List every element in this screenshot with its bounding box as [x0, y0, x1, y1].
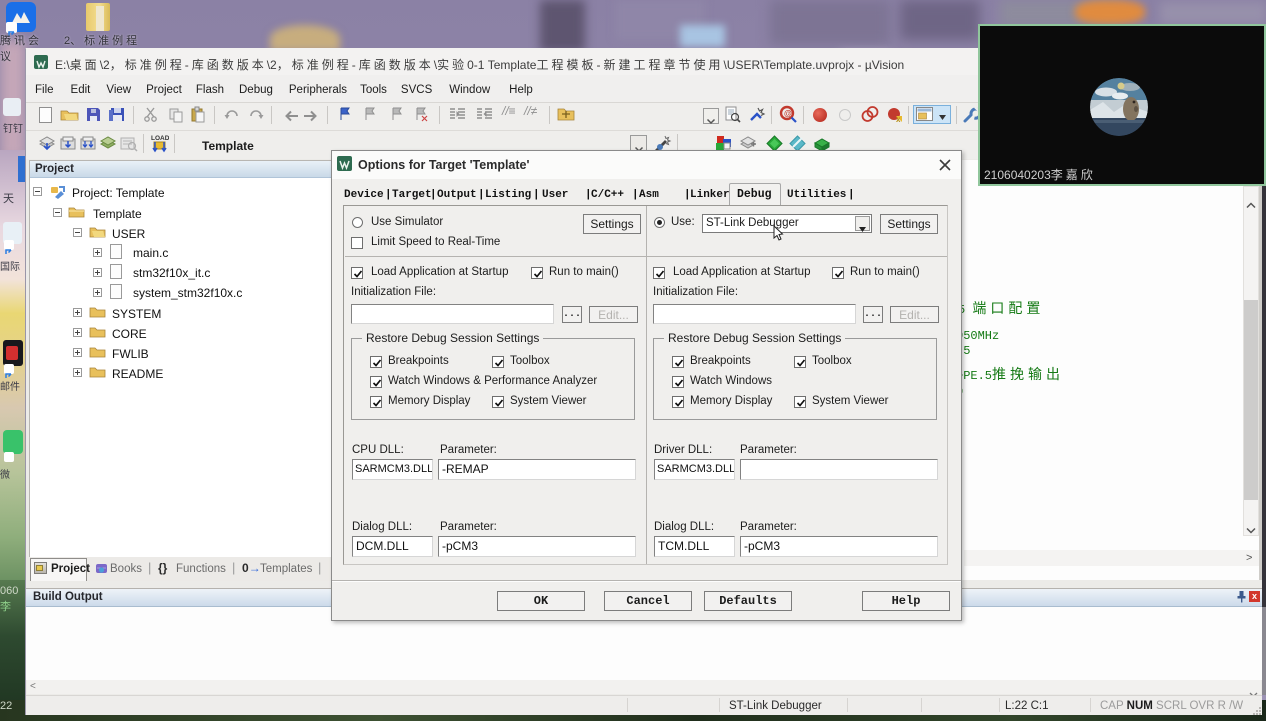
svg-text:x: x — [896, 115, 901, 123]
svg-text:LOAD: LOAD — [151, 135, 169, 142]
svg-text:@: @ — [784, 109, 792, 118]
